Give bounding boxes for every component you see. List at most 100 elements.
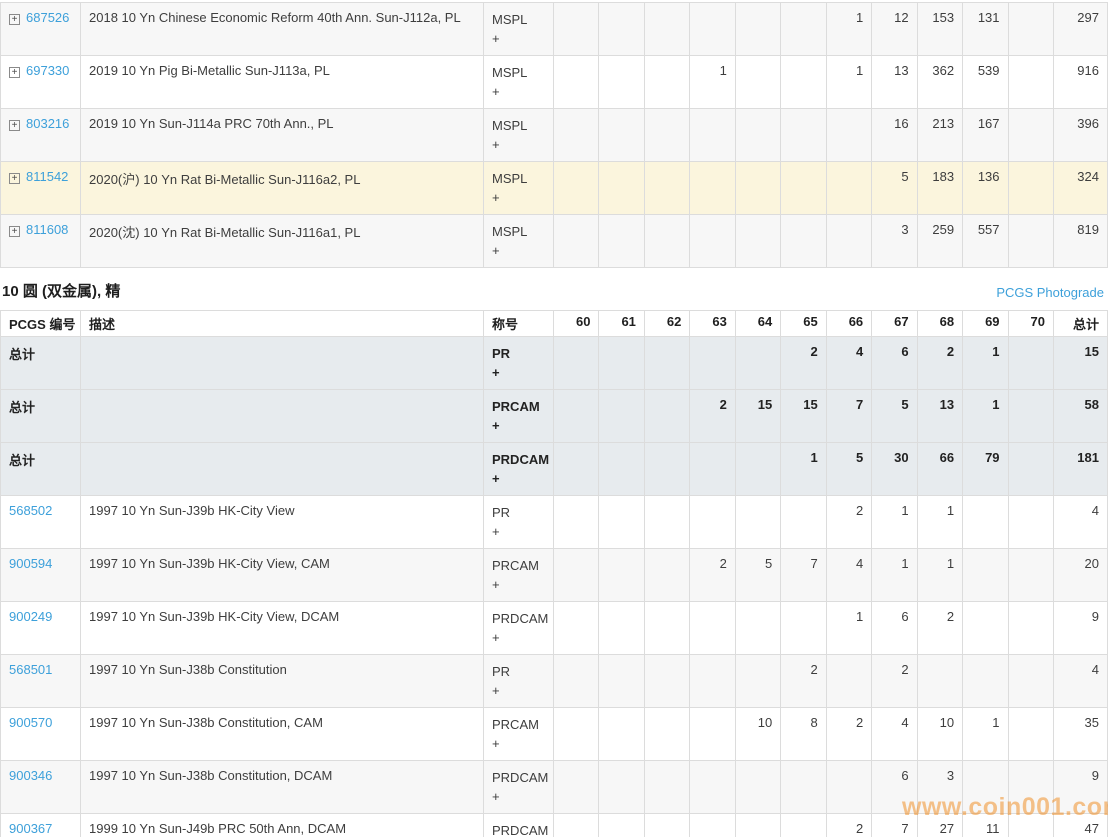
col-header-grade-60: 60 [554,311,599,337]
plus-suffix: + [492,135,551,154]
grade-cell [963,761,1008,814]
designation-cell: PRDCAM+ [484,443,554,496]
col-header-pcgs-number: PCGS 编号 [1,311,81,337]
grade-cell [599,3,644,56]
expand-icon[interactable]: + [9,67,20,78]
grade-cell [554,814,599,837]
grade-cell [690,3,735,56]
grade-cell: 8 [781,708,826,761]
designation-cell: PR+ [484,337,554,390]
grade-cell [735,215,780,268]
expand-icon[interactable]: + [9,226,20,237]
pcgs-number-link[interactable]: 697330 [26,63,69,78]
designation-cell: PRDCAM+ [484,814,554,837]
grade-cell: 27 [917,814,962,837]
grade-cell: 539 [963,56,1008,109]
col-header-grade-68: 68 [917,311,962,337]
expand-icon[interactable]: + [9,14,20,25]
col-header-grade-69: 69 [963,311,1008,337]
designation-label: PR [492,662,551,681]
plus-suffix: + [492,575,551,594]
grade-cell [735,109,780,162]
grade-cell [690,814,735,837]
grade-cell: 2 [826,496,871,549]
grade-cell [599,390,644,443]
pcgs-number-link[interactable]: 687526 [26,10,69,25]
grade-cell [1008,761,1053,814]
designation-cell: PRDCAM+ [484,761,554,814]
grade-cell [644,56,689,109]
pcgs-number-link[interactable]: 900367 [9,821,52,836]
pcgs-number-cell: +803216 [1,109,81,162]
grade-cell [735,655,780,708]
grade-cell: 362 [917,56,962,109]
grade-cell: 1 [826,3,871,56]
grade-cell [1008,443,1053,496]
grade-cell [644,549,689,602]
pcgs-number-link[interactable]: 900346 [9,768,52,783]
grade-cell: 7 [872,814,917,837]
grade-cell [1008,708,1053,761]
grade-cell: 2 [781,655,826,708]
col-header-grade-67: 67 [872,311,917,337]
grade-cell [644,162,689,215]
table-row: 900346 1997 10 Yn Sun-J38b Constitution, … [1,761,1108,814]
pcgs-number-link[interactable]: 803216 [26,116,69,131]
grade-cell [1008,337,1053,390]
grade-cell [690,162,735,215]
pcgs-number-link[interactable]: 900249 [9,609,52,624]
total-cell: 9 [1054,602,1108,655]
ms-population-table: +6875262018 10 Yn Chinese Economic Refor… [0,2,1108,268]
plus-suffix: + [492,469,551,488]
grade-cell [1008,602,1053,655]
total-cell: 324 [1054,162,1108,215]
grade-cell [917,655,962,708]
grade-cell: 259 [917,215,962,268]
pcgs-number-cell: +811608 [1,215,81,268]
grade-cell [963,496,1008,549]
designation-label: PRDCAM [492,768,551,787]
grade-cell: 2 [917,337,962,390]
grade-cell [644,109,689,162]
expand-icon[interactable]: + [9,173,20,184]
description-cell: 2020(沈) 10 Yn Rat Bi-Metallic Sun-J116a1… [81,215,484,268]
grade-cell [1008,496,1053,549]
expand-icon[interactable]: + [9,120,20,131]
designation-label: MSPL [492,63,551,82]
photograde-link[interactable]: PCGS Photograde [996,284,1104,302]
pcgs-number-link[interactable]: 900570 [9,715,52,730]
col-header-description: 描述 [81,311,484,337]
grade-cell [1008,390,1053,443]
pcgs-number-link[interactable]: 568501 [9,662,52,677]
grade-cell [599,549,644,602]
description-cell: 1997 10 Yn Sun-J38b Constitution, DCAM [81,761,484,814]
designation-label: MSPL [492,222,551,241]
grade-cell: 6 [872,337,917,390]
grade-cell [826,109,871,162]
total-row: 总计PRDCAM+15306679181 [1,443,1108,496]
total-cell: 20 [1054,549,1108,602]
grade-cell: 7 [826,390,871,443]
plus-suffix: + [492,416,551,435]
grade-cell [554,162,599,215]
designation-cell: MSPL+ [484,162,554,215]
grade-cell [690,215,735,268]
pcgs-number-link[interactable]: 900594 [9,556,52,571]
designation-label: PRCAM [492,397,551,416]
grade-cell: 79 [963,443,1008,496]
grade-cell [554,602,599,655]
grade-cell: 131 [963,3,1008,56]
pcgs-number-link[interactable]: 811608 [26,222,68,237]
grade-cell [599,109,644,162]
pcgs-number-cell: 900367 [1,814,81,837]
grade-cell [599,655,644,708]
plus-suffix: + [492,787,551,806]
grade-cell [690,602,735,655]
pcgs-number-link[interactable]: 568502 [9,503,52,518]
plus-suffix: + [492,628,551,647]
grade-cell: 4 [872,708,917,761]
grade-cell: 213 [917,109,962,162]
designation-label: PR [492,503,551,522]
pcgs-number-link[interactable]: 811542 [26,169,68,184]
grade-cell: 1 [781,443,826,496]
